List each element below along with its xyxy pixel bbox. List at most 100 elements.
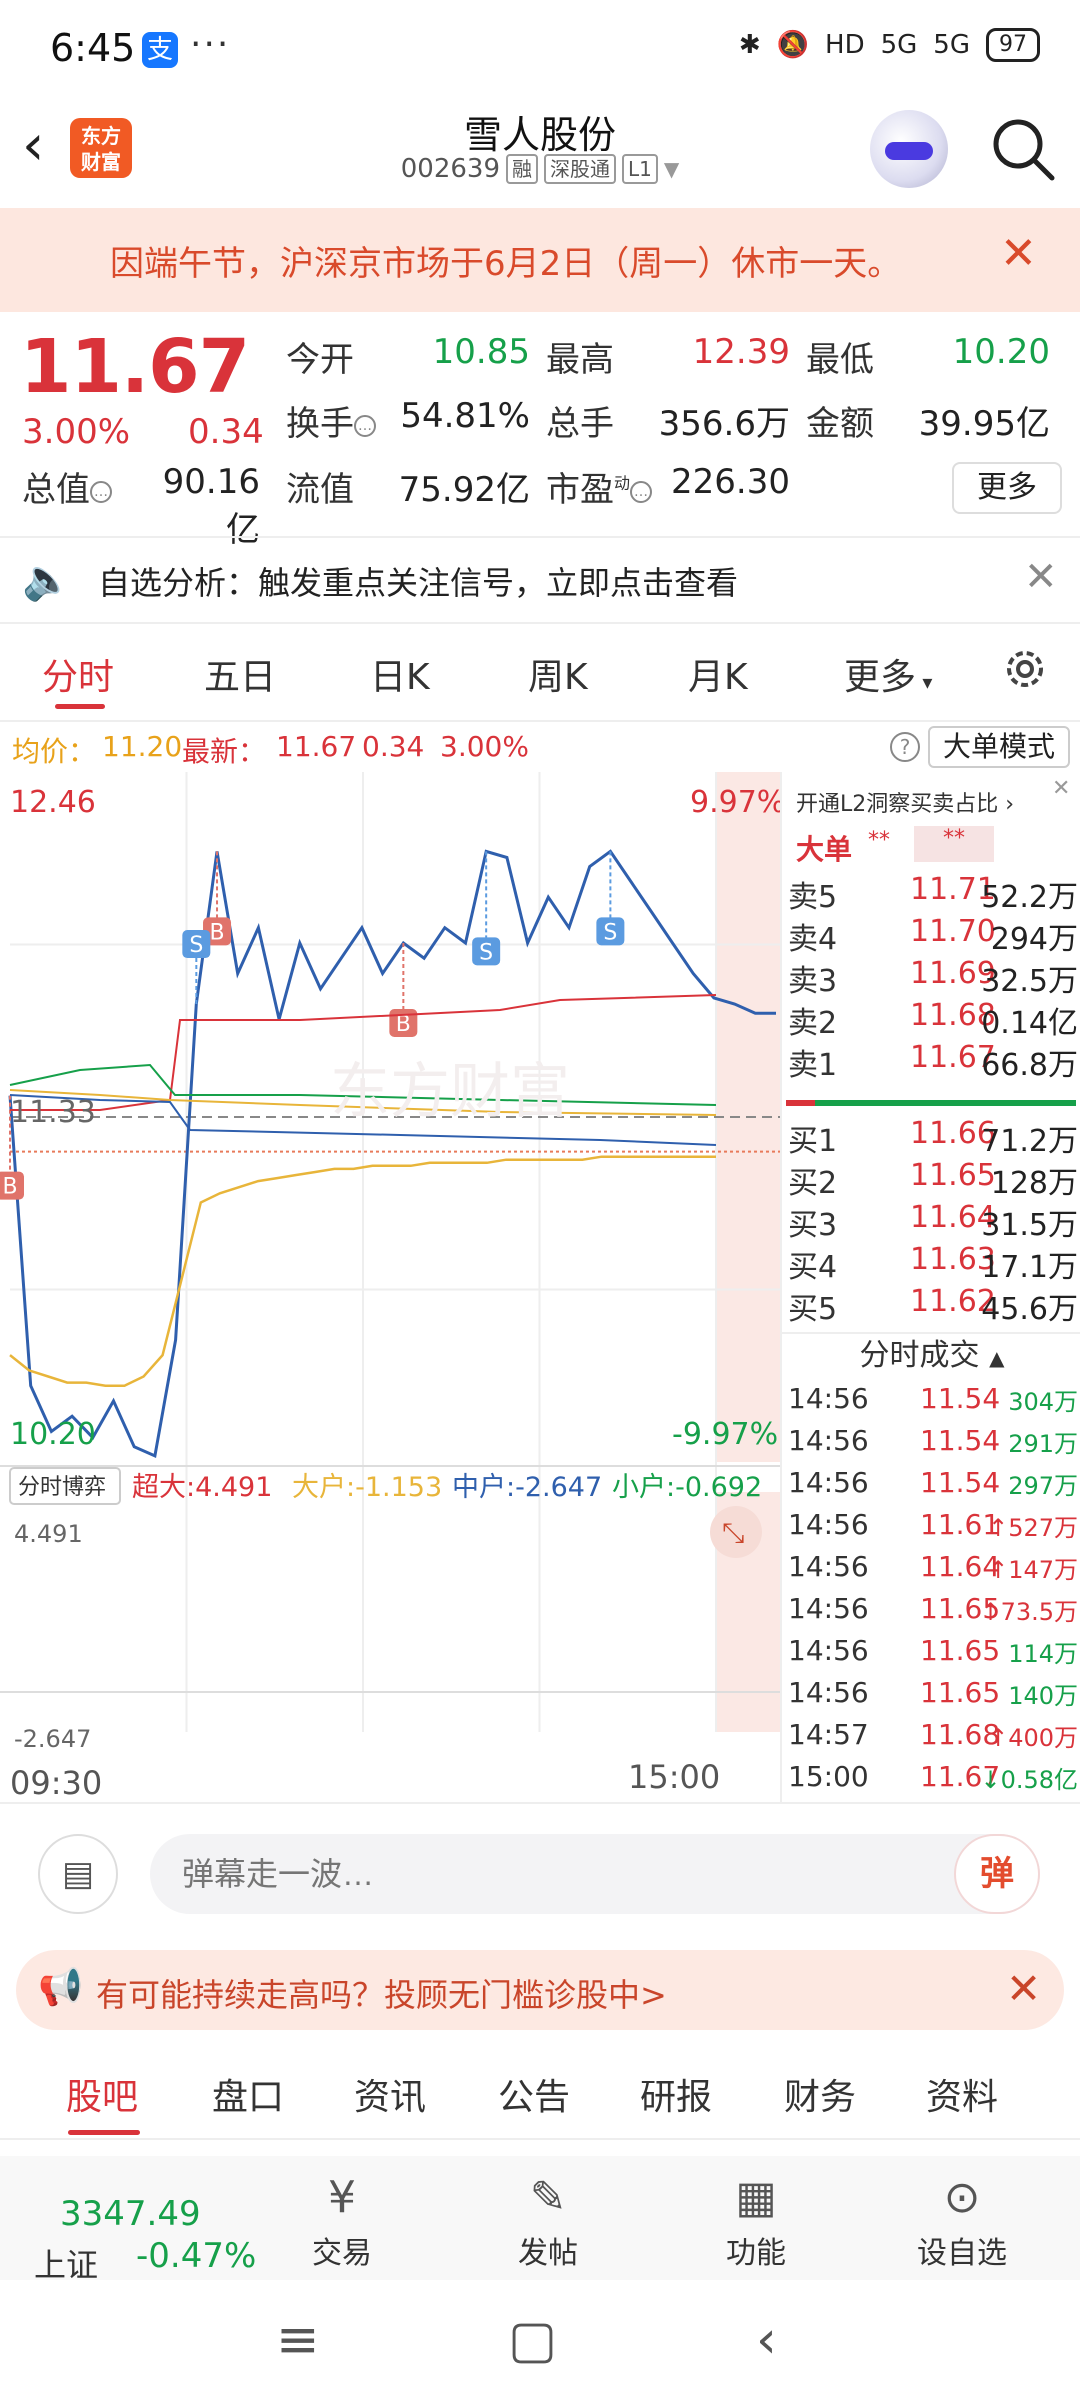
bid-row[interactable]: 买5 11.62 45.6万 (782, 1284, 1080, 1327)
caret-down-icon: ▾ (916, 670, 933, 694)
price-line (8, 849, 776, 1459)
price-top-label: 12.46 (10, 785, 96, 820)
holiday-notice[interactable]: 因端午节，沪深京市场于6月2日（周一）休市一天。 ✕ (0, 208, 1080, 312)
active-tab-indicator (55, 704, 105, 709)
ask-price: 11.70 (910, 914, 996, 949)
add-watchlist-button[interactable]: ⊙ 设自选 (902, 2168, 1022, 2272)
trade-direction: ↑ (980, 1598, 1001, 1626)
post-label: 发帖 (518, 2236, 578, 2271)
bid-row[interactable]: 买4 11.63 17.1万 (782, 1242, 1080, 1285)
advisor-promo-banner[interactable]: 📢 有可能持续走高吗？投顾无门槛诊股中> ✕ (16, 1950, 1064, 2030)
tab-intraday[interactable]: 分时 (42, 648, 114, 700)
tab-more[interactable]: 更多 ▾ (844, 648, 932, 700)
index-pct: -0.47% (136, 2236, 257, 2276)
index-ticker[interactable]: 3347.49 上证 -0.47% (0, 2156, 260, 2284)
trade-volume: 304万 (1008, 1382, 1078, 1417)
close-icon[interactable]: ✕ (1024, 554, 1058, 600)
time-end: 15:00 (628, 1758, 720, 1796)
mktcap-label-text: 总值 (22, 470, 90, 510)
trade-time: 14:56 (788, 1634, 869, 1667)
bid-volume: 31.5万 (981, 1208, 1078, 1243)
trade-row: 14:56 11.54 304万 (782, 1382, 1080, 1424)
trade-row: 14:56 11.65 140万 (782, 1676, 1080, 1718)
help-icon[interactable]: ? (890, 732, 920, 762)
tab-market-depth[interactable]: 盘口 (212, 2068, 284, 2120)
tab-weekly-k[interactable]: 周K (528, 648, 588, 700)
expand-icon: ⤡ (722, 1516, 744, 1549)
info-icon[interactable]: … (354, 414, 376, 437)
tab-five-day[interactable]: 五日 (204, 648, 276, 700)
ask-row[interactable]: 卖3 11.69 32.5万 (782, 956, 1080, 999)
post-button[interactable]: ✎ 发帖 (488, 2168, 608, 2272)
back-nav-icon[interactable]: ‹ (756, 2310, 777, 2370)
flow-top-label: 4.491 (14, 1520, 83, 1548)
gear-icon[interactable] (1000, 644, 1050, 694)
speaker-icon: 🔈 (22, 557, 72, 603)
turnover-label: 换手… (286, 396, 376, 445)
trades-title[interactable]: 分时成交 ▲ (782, 1332, 1080, 1376)
big-order-mode-button[interactable]: 大单模式 (928, 726, 1070, 768)
watchlist-analysis-banner[interactable]: 🔈 自选分析：触发重点关注信号，立即点击查看 ✕ (0, 536, 1080, 624)
ask-row[interactable]: 卖5 11.71 52.2万 (782, 872, 1080, 915)
tab-profile[interactable]: 资料 (926, 2068, 998, 2120)
close-icon[interactable]: ✕ (1052, 776, 1070, 801)
amount-value: 39.95亿 (918, 404, 1050, 444)
pct-top-label: 9.97% (690, 785, 780, 820)
close-icon[interactable]: ✕ (1006, 1964, 1041, 2013)
danmu-input[interactable] (150, 1834, 1040, 1914)
caret-up-icon: ▲ (989, 1346, 1005, 1370)
intraday-chart[interactable]: BBSBSS 东方财富 12.46 9.97% 11.33 10.20 -9.9… (0, 772, 785, 1802)
bottom-dock: 3347.49 上证 -0.47% ¥ 交易 ✎ 发帖 ▦ 功能 ⊙ 设自选 (0, 2156, 1080, 2284)
volume-label: 总手 (546, 404, 614, 444)
trade-direction: ↓ (980, 1766, 1001, 1794)
close-icon[interactable]: ✕ (1000, 228, 1037, 279)
danmu-settings-icon[interactable]: ▤ (38, 1834, 118, 1914)
turnover-value: 54.81% (400, 396, 530, 436)
trade-button[interactable]: ¥ 交易 (282, 2168, 402, 2272)
pe-label: 市盈动… (546, 462, 653, 511)
volume-value: 356.6万 (658, 404, 790, 444)
order-book-panel: 开通L2洞察买卖占比 › ✕ 大单 ** ** 卖5 11.71 52.2万 卖4… (780, 772, 1080, 1802)
trade-time: 14:56 (788, 1676, 869, 1709)
info-icon[interactable]: … (630, 480, 653, 503)
low-value: 10.20 (952, 332, 1050, 372)
ask-row[interactable]: 卖1 11.67 66.8万 (782, 1040, 1080, 1083)
ask-row[interactable]: 卖4 11.70 294万 (782, 914, 1080, 957)
status-bar: 6:45 支 ··· ✱ 🔕 HD 5G 5G 97 (0, 0, 1080, 96)
tab-announcements[interactable]: 公告 (498, 2068, 570, 2120)
trade-row: 14:56 11.65 ↑73.5万 (782, 1592, 1080, 1634)
hd-icon: HD (825, 30, 865, 60)
home-icon[interactable]: ▢ (508, 2310, 557, 2370)
bid-row[interactable]: 买1 11.66 71.2万 (782, 1116, 1080, 1159)
features-button[interactable]: ▦ 功能 (696, 2168, 816, 2272)
dropdown-icon[interactable]: ▼ (664, 157, 679, 181)
last-pct: 3.00% (440, 730, 529, 763)
ask-label: 卖5 (788, 880, 838, 915)
tab-forum[interactable]: 股吧 (66, 2068, 138, 2120)
tab-financials[interactable]: 财务 (784, 2068, 856, 2120)
high-value: 12.39 (692, 332, 790, 372)
ask-row[interactable]: 卖2 11.68 0.14亿 (782, 998, 1080, 1041)
trade-volume-value: 400万 (1008, 1724, 1078, 1752)
bid-row[interactable]: 买2 11.65 128万 (782, 1158, 1080, 1201)
trade-volume: ↑73.5万 (980, 1592, 1078, 1627)
tab-news[interactable]: 资讯 (354, 2068, 426, 2120)
megaphone-icon: 📢 (38, 1967, 83, 2008)
menu-icon[interactable]: ≡ (276, 2310, 320, 2370)
l2-upgrade-link[interactable]: 开通L2洞察买卖占比 › (796, 786, 1014, 818)
features-label: 功能 (726, 2236, 786, 2271)
search-icon[interactable] (988, 114, 1058, 184)
bid-row[interactable]: 买3 11.64 31.5万 (782, 1200, 1080, 1243)
trade-time: 14:57 (788, 1718, 869, 1751)
ask-volume: 294万 (990, 922, 1078, 957)
tab-research[interactable]: 研报 (640, 2068, 712, 2120)
notice-text: 因端午节，沪深京市场于6月2日（周一）休市一天。 (110, 244, 902, 284)
info-icon[interactable]: … (90, 480, 112, 503)
robot-assistant-icon[interactable] (870, 110, 948, 188)
tab-monthly-k[interactable]: 月K (688, 648, 748, 700)
more-button[interactable]: 更多 (952, 462, 1062, 514)
danmu-send-button[interactable]: 弹 (954, 1834, 1040, 1914)
flow-label: 分时博弈 (18, 1475, 106, 1500)
tab-daily-k[interactable]: 日K (370, 648, 430, 700)
trade-price: 11.65 (920, 1634, 1001, 1667)
